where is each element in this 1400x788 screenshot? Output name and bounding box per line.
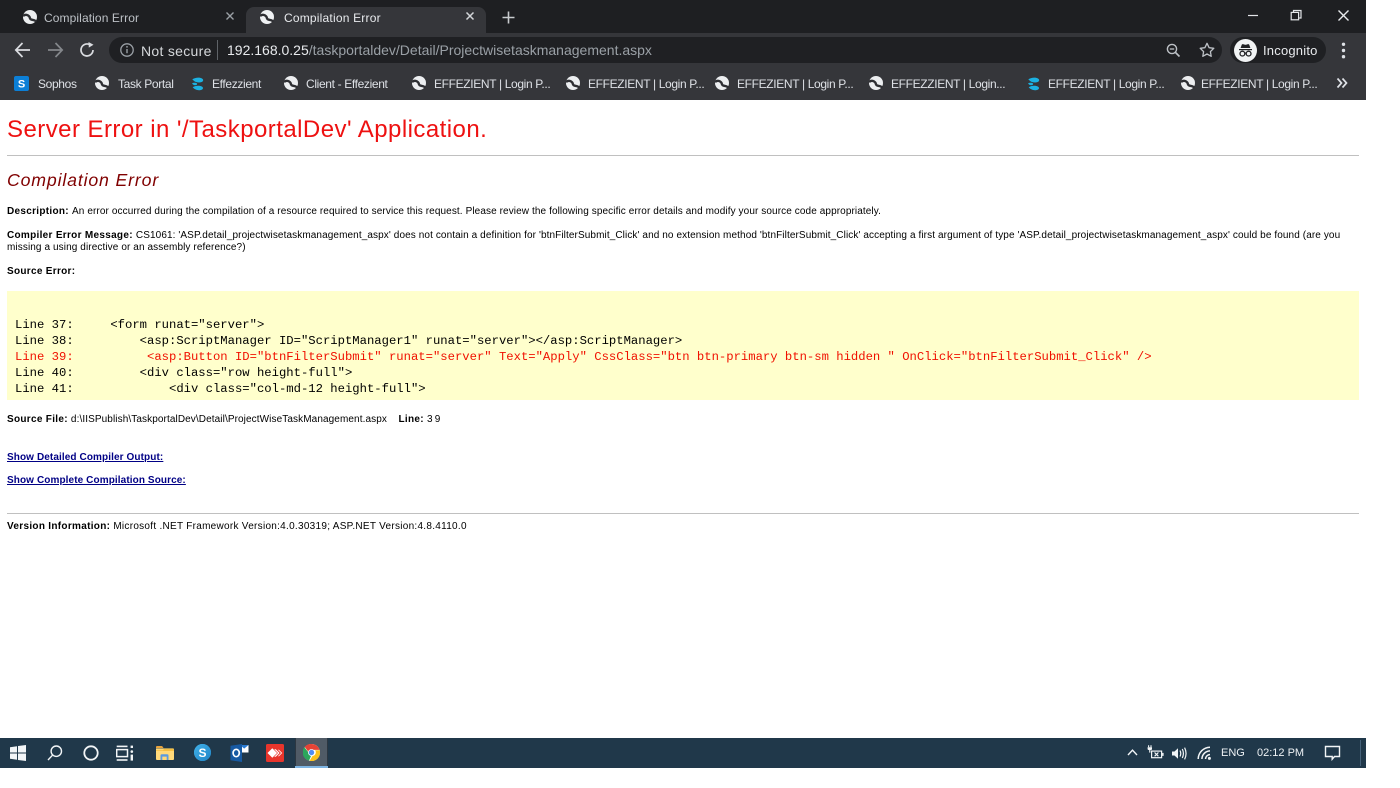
svg-text:S: S bbox=[198, 746, 206, 760]
svg-text:S: S bbox=[18, 79, 25, 91]
